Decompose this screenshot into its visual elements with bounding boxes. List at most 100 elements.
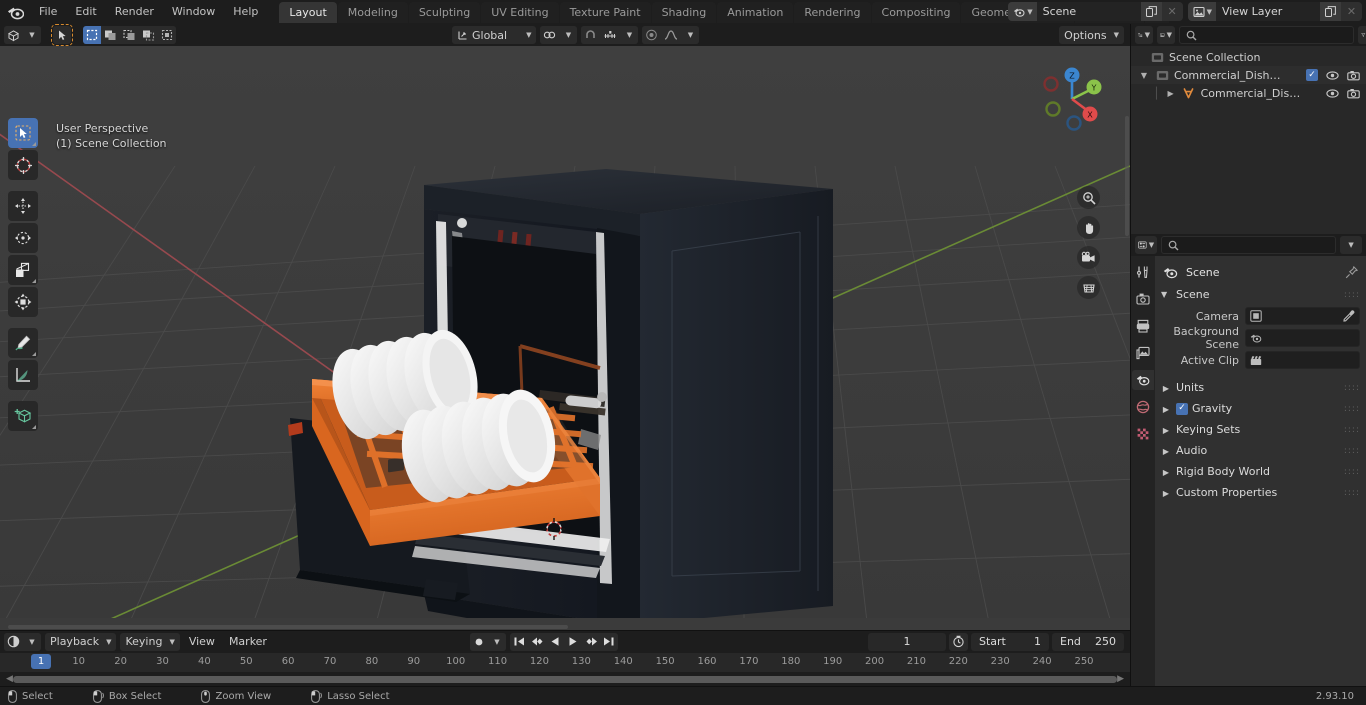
scroll-right-icon[interactable]: ▶: [1117, 674, 1124, 684]
camera-input[interactable]: [1245, 307, 1360, 325]
disclosure-triangle-closed-icon[interactable]: ▶: [1166, 89, 1176, 98]
blender-logo-icon[interactable]: [4, 3, 26, 21]
proportional-edit-group[interactable]: ▼: [642, 26, 700, 44]
active-clip-input[interactable]: [1245, 351, 1360, 369]
jump-to-next-keyframe-button[interactable]: [582, 633, 600, 651]
jump-to-end-button[interactable]: [600, 633, 618, 651]
add-cube-tool[interactable]: [8, 401, 38, 431]
tab-shading[interactable]: Shading: [651, 1, 717, 23]
panel-keying-sets[interactable]: ▼ Keying Sets ::::: [1155, 419, 1366, 440]
scroll-left-icon[interactable]: ◀: [6, 674, 13, 684]
properties-tab-tool[interactable]: [1132, 262, 1154, 282]
tab-animation[interactable]: Animation: [717, 1, 794, 23]
transform-orientation-dropdown[interactable]: Global ▼: [452, 26, 537, 44]
properties-tab-world[interactable]: [1132, 397, 1154, 417]
menu-window[interactable]: Window: [163, 2, 224, 22]
viewport-scrollbar-vertical[interactable]: [1125, 116, 1129, 236]
proportional-edit-icon[interactable]: [642, 26, 662, 44]
tab-sculpting[interactable]: Sculpting: [408, 1, 481, 23]
play-button[interactable]: [564, 633, 582, 651]
select-mode-invert-icon[interactable]: [139, 26, 158, 44]
disclosure-triangle-closed-icon[interactable]: ▼: [1161, 488, 1170, 497]
outliner-search-field[interactable]: [1202, 28, 1347, 42]
outliner-row-dishwasher-object[interactable]: │ ▶ Commercial_Dishwasher: [1131, 84, 1366, 102]
tab-uv-editing[interactable]: UV Editing: [481, 1, 559, 23]
current-frame-field[interactable]: 1: [868, 632, 946, 651]
outliner-editor-type-button[interactable]: ▼: [1135, 26, 1153, 44]
properties-tab-scene[interactable]: [1132, 370, 1154, 390]
disclosure-triangle-closed-icon[interactable]: ▼: [1161, 383, 1170, 392]
menu-help[interactable]: Help: [224, 2, 267, 22]
select-mode-box-icon[interactable]: [83, 26, 101, 44]
disclosure-triangle-open-icon[interactable]: ▼: [1161, 290, 1170, 299]
timeline-editor-type[interactable]: ▼: [4, 632, 41, 651]
collection-checkbox[interactable]: ✓: [1306, 69, 1318, 81]
scene-name[interactable]: Scene: [1036, 2, 1141, 21]
disclosure-triangle-closed-icon[interactable]: ▼: [1161, 446, 1170, 455]
active-tool-indicator[interactable]: [51, 24, 73, 46]
jump-to-prev-keyframe-button[interactable]: [528, 633, 546, 651]
view-layer-name[interactable]: View Layer: [1216, 2, 1320, 21]
outliner-row-dishwasher-collection[interactable]: ▼ Commercial_Dishwasher_Asb ✓: [1131, 66, 1366, 84]
eye-icon[interactable]: [1326, 88, 1339, 99]
disclosure-triangle-closed-icon[interactable]: ▼: [1161, 404, 1170, 413]
record-keyframes-icon[interactable]: [470, 632, 488, 651]
select-mode-extend-icon[interactable]: [101, 26, 120, 44]
viewport-3d[interactable]: User Perspective (1) Scene Collection Z …: [0, 46, 1130, 630]
measure-tool[interactable]: [8, 360, 38, 390]
tab-texture-paint[interactable]: Texture Paint: [559, 1, 651, 23]
panel-scene[interactable]: ▼ Scene ::::: [1155, 284, 1366, 305]
properties-tab-texture[interactable]: [1132, 424, 1154, 444]
tab-compositing[interactable]: Compositing: [871, 1, 961, 23]
new-scene-button[interactable]: [1140, 2, 1162, 21]
gravity-checkbox[interactable]: ✓: [1176, 402, 1188, 415]
outliner-display-mode-button[interactable]: ▼: [1157, 26, 1175, 44]
unlink-scene-button[interactable]: ✕: [1161, 2, 1183, 21]
pan-hand-icon[interactable]: [1077, 216, 1100, 239]
move-tool[interactable]: [8, 191, 38, 221]
auto-keyframe-toggle[interactable]: [949, 632, 968, 651]
end-frame-field[interactable]: End 250: [1052, 632, 1124, 651]
scale-tool[interactable]: [8, 255, 38, 285]
snap-magnet-icon[interactable]: [581, 26, 601, 44]
tab-layout[interactable]: Layout: [279, 1, 337, 23]
timeline-scrollbar[interactable]: [12, 675, 1118, 683]
panel-audio[interactable]: ▼ Audio ::::: [1155, 440, 1366, 461]
menu-render[interactable]: Render: [106, 2, 163, 22]
menu-edit[interactable]: Edit: [66, 2, 105, 22]
panel-gravity[interactable]: ▼ ✓ Gravity ::::: [1155, 398, 1366, 419]
pin-icon[interactable]: [1345, 265, 1358, 279]
play-reverse-button[interactable]: [546, 633, 564, 651]
timeline-playhead[interactable]: 1: [31, 653, 51, 669]
disclosure-triangle-closed-icon[interactable]: ▼: [1161, 425, 1170, 434]
properties-options-button[interactable]: ▼: [1340, 236, 1362, 254]
falloff-curve-icon[interactable]: [661, 26, 682, 44]
properties-editor-type-button[interactable]: ▼: [1135, 236, 1158, 254]
properties-tab-view-layer[interactable]: [1132, 343, 1154, 363]
properties-tab-output[interactable]: [1132, 316, 1154, 336]
timeline-menu-marker[interactable]: Marker: [224, 633, 272, 651]
rotate-tool[interactable]: [8, 223, 38, 253]
panel-custom-properties[interactable]: ▼ Custom Properties ::::: [1155, 482, 1366, 503]
snap-target-icon[interactable]: [600, 26, 621, 44]
outliner-filter-button[interactable]: ▼: [1358, 26, 1366, 44]
cursor-tool[interactable]: [8, 150, 38, 180]
timeline-menu-view[interactable]: View: [184, 633, 220, 651]
start-frame-field[interactable]: Start 1: [971, 632, 1049, 651]
outliner-row-scene-collection[interactable]: Scene Collection: [1131, 48, 1366, 66]
properties-tab-render[interactable]: [1132, 289, 1154, 309]
ortho-persp-icon[interactable]: [1077, 276, 1100, 299]
disclosure-triangle-closed-icon[interactable]: ▼: [1161, 467, 1170, 476]
camera-icon[interactable]: [1347, 88, 1360, 99]
camera-view-icon[interactable]: [1077, 246, 1100, 269]
background-scene-input[interactable]: [1245, 329, 1360, 347]
tab-modeling[interactable]: Modeling: [337, 1, 408, 23]
editor-type-selector[interactable]: ▼: [4, 26, 41, 44]
transform-tool[interactable]: [8, 287, 38, 317]
record-keyframes-group[interactable]: ▼: [470, 632, 506, 651]
menu-file[interactable]: File: [30, 2, 66, 22]
panel-units[interactable]: ▼ Units ::::: [1155, 377, 1366, 398]
viewport-scrollbar-horizontal[interactable]: [8, 625, 568, 629]
eye-icon[interactable]: [1326, 70, 1339, 81]
eyedropper-icon[interactable]: [1343, 310, 1355, 322]
